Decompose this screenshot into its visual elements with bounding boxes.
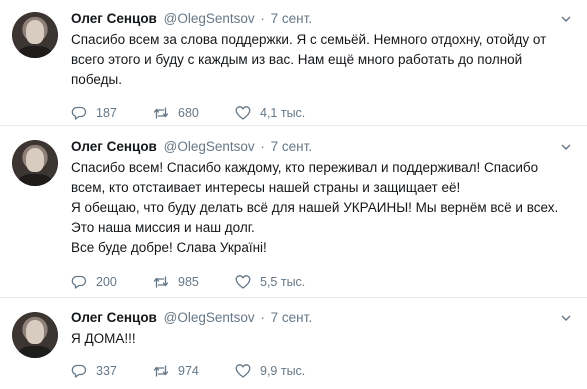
reply-button[interactable]: 337: [71, 363, 153, 379]
like-icon: [235, 106, 251, 120]
like-button[interactable]: 5,5 тыс.: [235, 274, 317, 290]
tweet-actions: 200 985 5,5 тыс.: [71, 272, 317, 292]
author-handle[interactable]: @OlegSentsov: [164, 11, 255, 26]
author-handle[interactable]: @OlegSentsov: [164, 310, 255, 325]
chevron-down-icon[interactable]: [561, 142, 571, 152]
tweet-time[interactable]: 7 сент.: [271, 11, 312, 26]
retweet-count: 974: [178, 364, 199, 378]
tweet[interactable]: Олег Сенцов @OlegSentsov · 7 сент. Спаси…: [0, 0, 587, 126]
retweet-button[interactable]: 985: [153, 274, 235, 290]
like-count: 9,9 тыс.: [260, 364, 306, 378]
tweet-actions: 337 974 9,9 тыс.: [71, 361, 317, 381]
tweet-header: Олег Сенцов @OlegSentsov · 7 сент.: [71, 10, 577, 28]
retweet-icon: [153, 107, 169, 119]
like-count: 4,1 тыс.: [260, 106, 306, 120]
tweet-text: Спасибо всем за слова поддержки. Я с сем…: [71, 30, 577, 90]
chevron-down-icon[interactable]: [561, 14, 571, 24]
tweet-line: Спасибо всем за слова поддержки. Я с сем…: [71, 32, 547, 47]
retweet-button[interactable]: 974: [153, 363, 235, 379]
tweet-line: Все буде добре! Слава Україні!: [71, 240, 267, 255]
reply-icon: [71, 106, 87, 120]
tweet-line: всем, кто отстаивает интересы нашей стра…: [71, 180, 461, 195]
tweet-line: всего этого и буду с каждым из вас. Нам …: [71, 52, 523, 67]
retweet-count: 985: [178, 275, 199, 289]
reply-count: 200: [96, 275, 117, 289]
reply-button[interactable]: 200: [71, 274, 153, 290]
author-handle[interactable]: @OlegSentsov: [164, 139, 255, 154]
tweet[interactable]: Олег Сенцов @OlegSentsov · 7 сент. Спаси…: [0, 126, 587, 298]
reply-button[interactable]: 187: [71, 105, 153, 121]
tweet-text: Спасибо всем! Спасибо каждому, кто переж…: [71, 158, 577, 258]
reply-icon: [71, 275, 87, 289]
tweet-text: Я ДОМА!!!: [71, 329, 577, 349]
tweet-line: Спасибо всем! Спасибо каждому, кто переж…: [71, 160, 539, 175]
like-button[interactable]: 9,9 тыс.: [235, 363, 317, 379]
retweet-icon: [153, 365, 169, 377]
tweet-line: победы.: [71, 72, 122, 87]
chevron-down-icon[interactable]: [561, 313, 571, 323]
like-icon: [235, 275, 251, 289]
retweet-icon: [153, 276, 169, 288]
reply-icon: [71, 364, 87, 378]
avatar[interactable]: [12, 312, 58, 358]
tweet-line: Я обещаю, что буду делать всё для нашей …: [71, 200, 559, 215]
avatar[interactable]: [12, 140, 58, 186]
like-count: 5,5 тыс.: [260, 275, 306, 289]
avatar[interactable]: [12, 12, 58, 58]
tweet[interactable]: Олег Сенцов @OlegSentsov · 7 сент. Я ДОМ…: [0, 298, 587, 389]
author-name[interactable]: Олег Сенцов: [71, 11, 157, 26]
tweet-time[interactable]: 7 сент.: [271, 310, 312, 325]
reply-count: 187: [96, 106, 117, 120]
retweet-count: 680: [178, 106, 199, 120]
reply-count: 337: [96, 364, 117, 378]
tweet-line: Я ДОМА!!!: [71, 331, 136, 346]
author-name[interactable]: Олег Сенцов: [71, 139, 157, 154]
separator: ·: [260, 310, 265, 325]
tweet-header: Олег Сенцов @OlegSentsov · 7 сент.: [71, 309, 577, 327]
tweet-feed: Олег Сенцов @OlegSentsov · 7 сент. Спаси…: [0, 0, 587, 389]
separator: ·: [260, 139, 265, 154]
retweet-button[interactable]: 680: [153, 105, 235, 121]
separator: ·: [260, 11, 265, 26]
tweet-header: Олег Сенцов @OlegSentsov · 7 сент.: [71, 138, 577, 156]
tweet-time[interactable]: 7 сент.: [271, 139, 312, 154]
tweet-actions: 187 680 4,1 тыс.: [71, 103, 317, 123]
like-icon: [235, 364, 251, 378]
like-button[interactable]: 4,1 тыс.: [235, 105, 317, 121]
author-name[interactable]: Олег Сенцов: [71, 310, 157, 325]
tweet-line: Это наша миссия и наш долг.: [71, 220, 255, 235]
